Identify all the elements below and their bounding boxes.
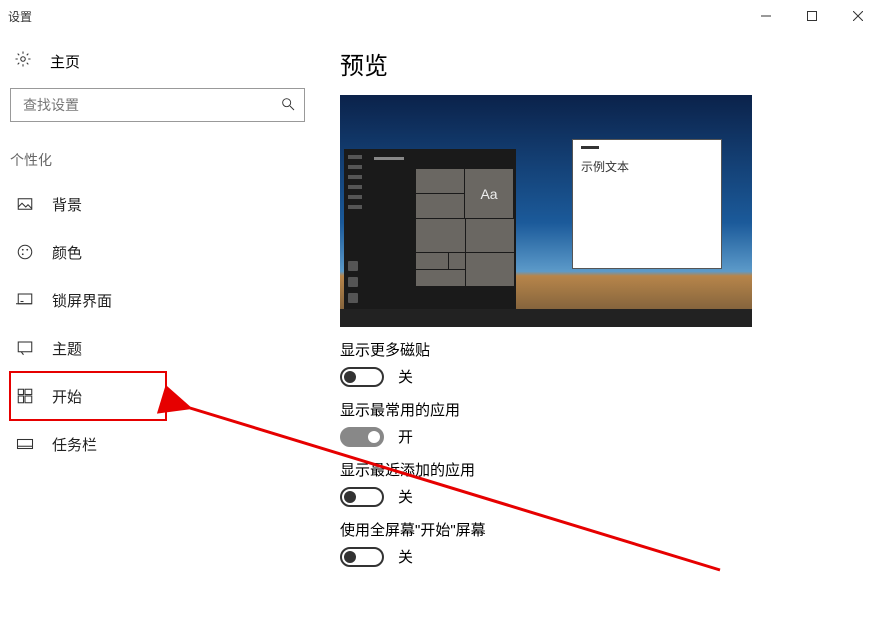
nav-label: 主题 [52,338,82,359]
nav-colors[interactable]: 颜色 [10,228,310,276]
setting-label: 显示最常用的应用 [340,399,861,420]
toggle-state: 关 [398,486,413,507]
start-icon [16,387,34,405]
setting-label: 显示最近添加的应用 [340,459,861,480]
taskbar-icon [16,435,34,453]
setting-more-tiles: 显示更多磁贴 关 [340,339,861,387]
toggle-state: 开 [398,426,413,447]
nav-label: 任务栏 [52,434,97,455]
maximize-button[interactable] [789,0,835,32]
preview-start-panel: Aa [344,149,516,309]
nav-background[interactable]: 背景 [10,180,310,228]
toggle-state: 关 [398,546,413,567]
toggle-fullscreen-start[interactable] [340,547,384,567]
main-pane: 预览 Aa [320,32,881,627]
nav-taskbar[interactable]: 任务栏 [10,420,310,468]
nav-lockscreen[interactable]: 锁屏界面 [10,276,310,324]
setting-label: 显示更多磁贴 [340,339,861,360]
brush-icon [16,339,34,357]
window-title: 设置 [8,8,32,25]
preview-tile-aa: Aa [465,169,513,218]
search-input[interactable] [21,96,280,114]
setting-most-used: 显示最常用的应用 开 [340,399,861,447]
gear-icon [14,50,32,72]
toggle-recent-apps[interactable] [340,487,384,507]
window-controls [743,0,881,32]
setting-recent-apps: 显示最近添加的应用 关 [340,459,861,507]
palette-icon [16,243,34,261]
home-link[interactable]: 主页 [0,42,320,80]
setting-label: 使用全屏幕"开始"屏幕 [340,519,861,540]
nav-label: 开始 [52,386,82,407]
section-label: 个性化 [0,136,320,180]
lockscreen-icon [16,291,34,309]
nav-label: 背景 [52,194,82,215]
close-button[interactable] [835,0,881,32]
nav-label: 锁屏界面 [52,290,112,311]
minimize-button[interactable] [743,0,789,32]
search-box[interactable] [10,88,305,122]
sidebar: 主页 个性化 背景 [0,32,320,627]
toggle-more-tiles[interactable] [340,367,384,387]
page-title: 预览 [340,46,861,81]
setting-fullscreen-start: 使用全屏幕"开始"屏幕 关 [340,519,861,567]
search-icon [280,96,296,115]
toggle-most-used[interactable] [340,427,384,447]
start-preview: Aa 示例文本 [340,95,752,327]
nav-label: 颜色 [52,242,82,263]
titlebar: 设置 [0,0,881,32]
picture-icon [16,195,34,213]
nav-themes[interactable]: 主题 [10,324,310,372]
home-label: 主页 [50,51,80,72]
preview-sample-text: 示例文本 [581,158,629,175]
toggle-state: 关 [398,366,413,387]
nav-start[interactable]: 开始 [10,372,166,420]
preview-sample-window: 示例文本 [572,139,722,269]
